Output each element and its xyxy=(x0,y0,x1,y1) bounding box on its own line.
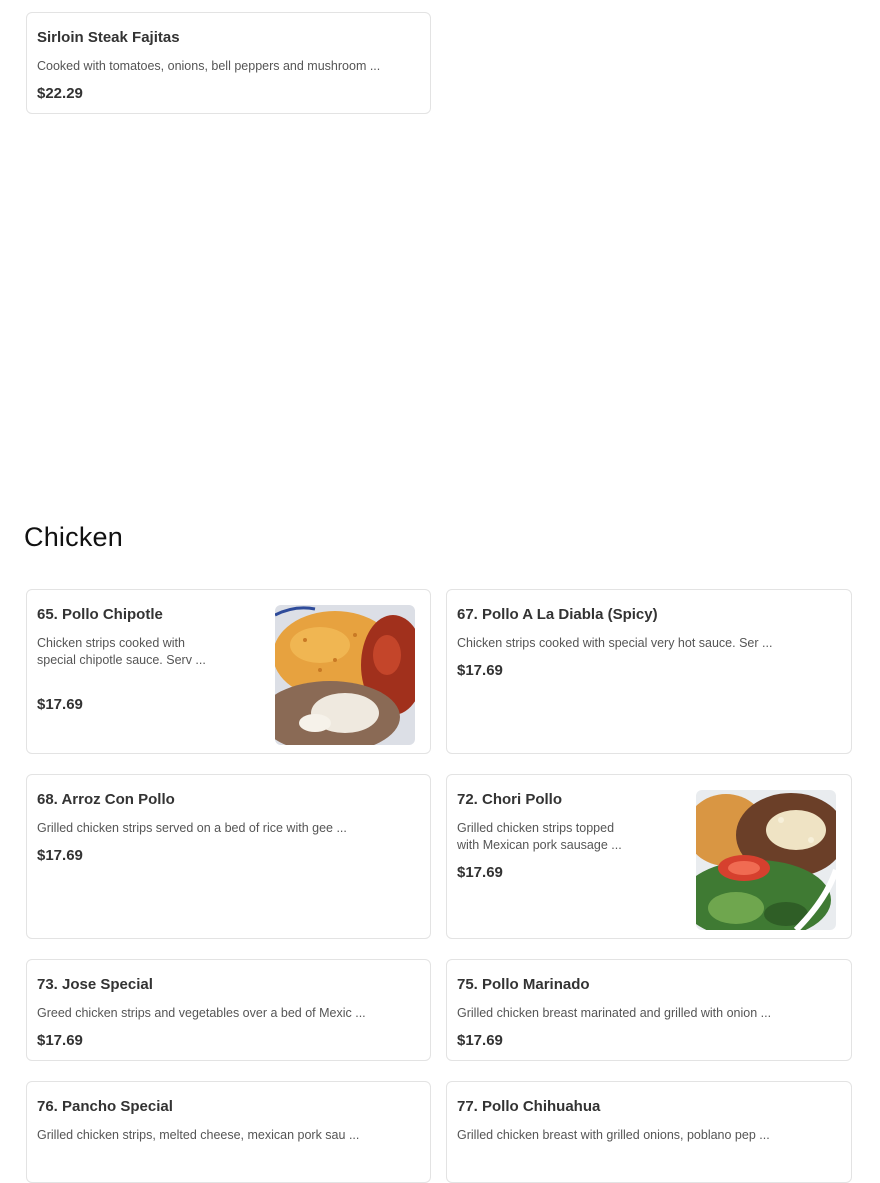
item-name: Sirloin Steak Fajitas xyxy=(37,29,180,46)
item-description: Grilled chicken breast with grilled onio… xyxy=(457,1128,770,1142)
item-description: Greed chicken strips and vegetables over… xyxy=(37,1006,366,1020)
item-name: 67. Pollo A La Diabla (Spicy) xyxy=(457,606,658,623)
menu-item-pollo-chipotle[interactable]: 65. Pollo Chipotle Chicken strips cooked… xyxy=(26,589,431,754)
item-description: Chicken strips cooked with special chipo… xyxy=(37,636,206,667)
menu-item-jose-special[interactable]: 73. Jose Special Greed chicken strips an… xyxy=(26,959,431,1061)
item-price: $17.69 xyxy=(37,1032,83,1049)
item-price: $22.29 xyxy=(37,85,83,102)
menu-item-pollo-chihuahua[interactable]: 77. Pollo Chihuahua Grilled chicken brea… xyxy=(446,1081,852,1183)
section-title-chicken: Chicken xyxy=(24,522,123,552)
item-description: Grilled chicken breast marinated and gri… xyxy=(457,1006,772,1020)
item-name: 76. Pancho Special xyxy=(37,1098,173,1115)
item-name: 65. Pollo Chipotle xyxy=(37,606,163,623)
item-price: $17.69 xyxy=(457,1032,503,1049)
menu-item-arroz-con-pollo[interactable]: 68. Arroz Con Pollo Grilled chicken stri… xyxy=(26,774,431,939)
menu-item-sirloin-steak-fajitas[interactable]: Sirloin Steak Fajitas Cooked with tomato… xyxy=(26,12,431,114)
food-photo-icon xyxy=(696,790,836,930)
item-name: 72. Chori Pollo xyxy=(457,791,563,808)
item-name: 75. Pollo Marinado xyxy=(457,976,590,993)
item-price: $17.69 xyxy=(37,847,83,864)
item-name: 68. Arroz Con Pollo xyxy=(37,791,175,808)
item-name: 77. Pollo Chihuahua xyxy=(457,1098,601,1115)
item-description: Cooked with tomatoes, onions, bell peppe… xyxy=(37,59,381,73)
item-description: Grilled chicken strips served on a bed o… xyxy=(37,821,347,835)
item-name: 73. Jose Special xyxy=(37,976,153,993)
food-photo-icon xyxy=(275,605,415,745)
item-description: Grilled chicken strips topped with Mexic… xyxy=(457,821,622,852)
menu-item-pollo-marinado[interactable]: 75. Pollo Marinado Grilled chicken breas… xyxy=(446,959,852,1061)
item-description: Grilled chicken strips, melted cheese, m… xyxy=(37,1128,360,1142)
menu-item-pancho-special[interactable]: 76. Pancho Special Grilled chicken strip… xyxy=(26,1081,431,1183)
item-price: $17.69 xyxy=(457,864,503,881)
item-price: $17.69 xyxy=(37,696,83,713)
item-price: $17.69 xyxy=(457,662,503,679)
menu-item-chori-pollo[interactable]: 72. Chori Pollo Grilled chicken strips t… xyxy=(446,774,852,939)
item-description: Chicken strips cooked with special very … xyxy=(457,636,773,650)
menu-item-pollo-a-la-diabla[interactable]: 67. Pollo A La Diabla (Spicy) Chicken st… xyxy=(446,589,852,754)
